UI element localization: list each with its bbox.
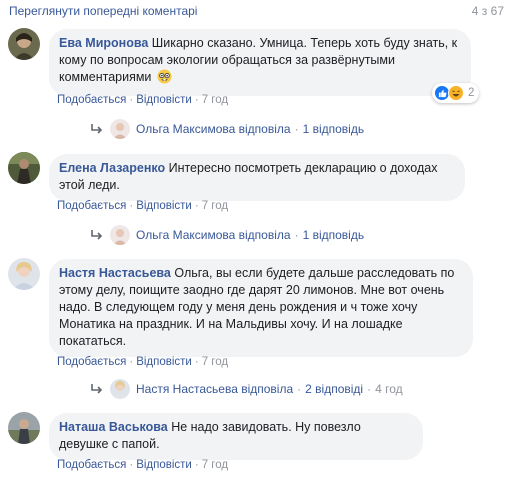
- replies-row[interactable]: Ольга Максимова відповіла · 1 відповідь: [90, 119, 364, 139]
- reply-avatar: [110, 379, 130, 399]
- comment-actions: Подобається · Відповісти · 7 год: [57, 356, 229, 368]
- reply-arrow-icon: [91, 124, 103, 134]
- comments-count: 4 з 67: [471, 4, 504, 18]
- reply-avatar: [110, 119, 130, 139]
- comment-author[interactable]: Елена Лазаренко: [59, 161, 165, 175]
- comment-bubble: Ева Миронова Шикарно сказано. Умница. Те…: [49, 29, 471, 96]
- reply-author-link[interactable]: Настя Настасьева відповіла: [136, 382, 293, 396]
- reply-button[interactable]: Відповісти: [136, 459, 192, 471]
- comment-time[interactable]: 7 год: [202, 356, 228, 368]
- like-button[interactable]: Подобається: [57, 94, 126, 106]
- avatar[interactable]: [8, 28, 40, 60]
- reactions-count: 2: [468, 87, 475, 99]
- reply-count-link[interactable]: 1 відповідь: [303, 228, 365, 242]
- avatar[interactable]: [8, 152, 40, 184]
- comment-author[interactable]: Ева Миронова: [59, 36, 148, 50]
- reply-button[interactable]: Відповісти: [136, 94, 192, 106]
- reply-count-link[interactable]: 2 відповіді: [305, 382, 363, 396]
- comment-bubble: Настя Настасьева Ольга, вы если будете д…: [49, 259, 473, 357]
- reply-arrow-icon: [91, 384, 103, 394]
- reply-author-link[interactable]: Ольга Максимова відповіла: [136, 228, 291, 242]
- haha-reaction-icon: [448, 85, 464, 101]
- nerd-face-emoji-icon: [157, 69, 172, 89]
- avatar[interactable]: [8, 412, 40, 444]
- replies-row[interactable]: Настя Настасьева відповіла · 2 відповіді · 4…: [90, 379, 403, 399]
- comment-bubble: Наташа Васькова Не надо завидовать. Ну п…: [49, 413, 423, 460]
- comments-header: Переглянути попередні коментарі 4 з 67: [0, 0, 510, 22]
- like-button[interactable]: Подобається: [57, 459, 126, 471]
- avatar[interactable]: [8, 258, 40, 290]
- reply-button[interactable]: Відповісти: [136, 200, 192, 212]
- view-previous-comments-link[interactable]: Переглянути попередні коментарі: [9, 4, 197, 18]
- reply-avatar: [110, 225, 130, 245]
- like-button[interactable]: Подобається: [57, 356, 126, 368]
- reactions-summary[interactable]: 2: [432, 83, 480, 103]
- reply-arrow-icon: [91, 230, 103, 240]
- comment-actions: Подобається · Відповісти · 7 год: [57, 459, 229, 471]
- comment-actions: Подобається · Відповісти · 7 год: [57, 200, 229, 212]
- comment-author[interactable]: Настя Настасьева: [59, 266, 171, 280]
- reply-button[interactable]: Відповісти: [136, 356, 192, 368]
- replies-row[interactable]: Ольга Максимова відповіла · 1 відповідь: [90, 225, 364, 245]
- comment-time[interactable]: 7 год: [202, 94, 228, 106]
- reply-author-link[interactable]: Ольга Максимова відповіла: [136, 122, 291, 136]
- reply-time[interactable]: 4 год: [375, 382, 403, 396]
- comment-time[interactable]: 7 год: [202, 459, 228, 471]
- comment-time[interactable]: 7 год: [202, 200, 228, 212]
- comment-actions: Подобається · Відповісти · 7 год: [57, 94, 229, 106]
- like-button[interactable]: Подобається: [57, 200, 126, 212]
- comment-author[interactable]: Наташа Васькова: [59, 420, 168, 434]
- reply-count-link[interactable]: 1 відповідь: [303, 122, 365, 136]
- comment-bubble: Елена Лазаренко Интересно посмотреть дек…: [49, 154, 465, 201]
